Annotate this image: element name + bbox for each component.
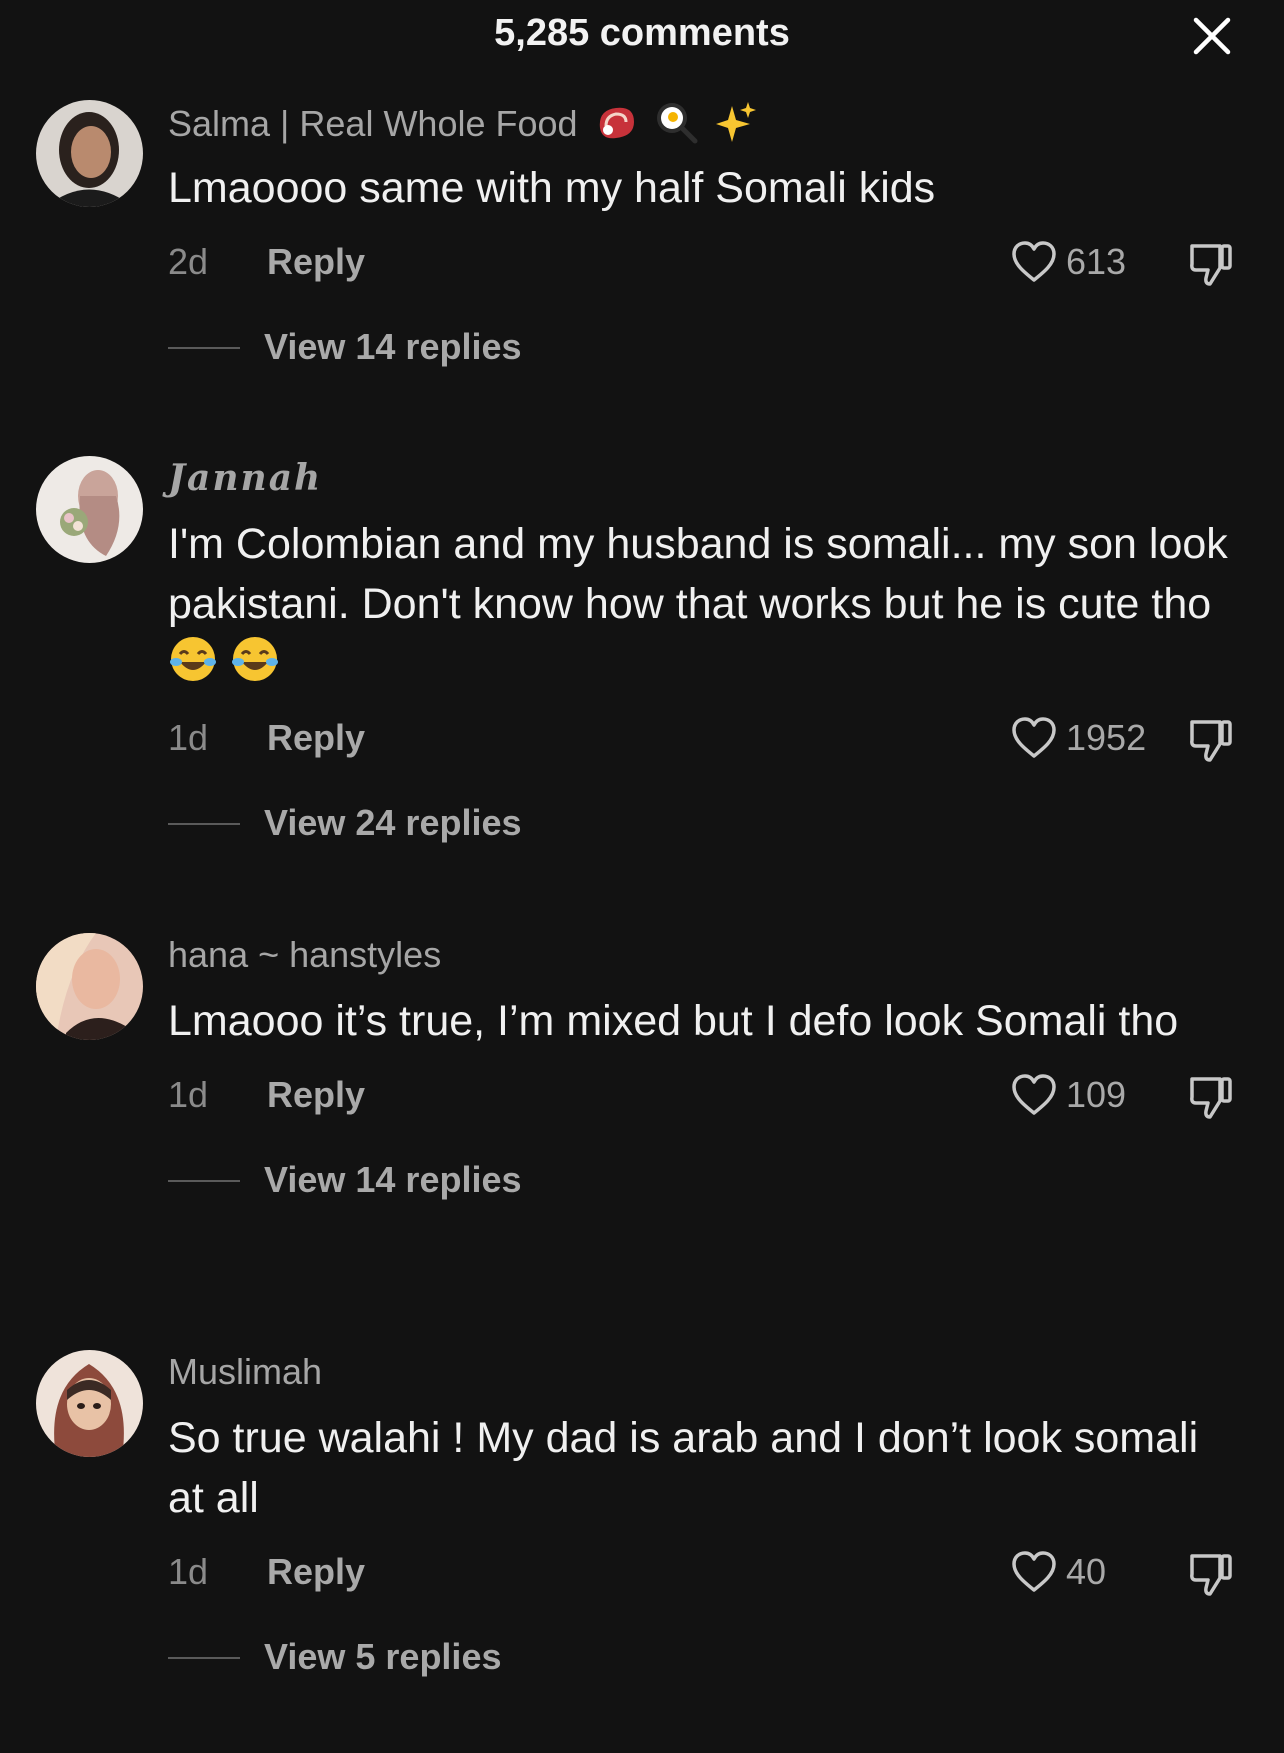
divider [168,1180,240,1182]
comment-text: Lmaooo it’s true, I’m mixed but I defo l… [168,997,1179,1045]
avatar[interactable] [36,456,143,563]
view-replies-button[interactable]: View 14 replies [168,1155,1236,1205]
comment-text: Lmaoooo same with my half Somali kids [168,164,936,212]
dislike-icon[interactable] [1186,714,1236,764]
close-icon[interactable] [1190,14,1234,58]
comment-time: 2d [168,241,209,282]
heart-icon [1012,241,1056,282]
comment-meta: 2d Reply 613 [168,232,1236,292]
reply-button[interactable]: Reply [267,1542,365,1602]
tears-of-joy-emoji [168,634,218,684]
view-replies-button[interactable]: View 14 replies [168,322,1236,372]
divider [168,823,240,825]
reply-button[interactable]: Reply [267,1065,365,1125]
comments-header: 5,285 comments [0,0,1284,72]
avatar[interactable] [36,100,143,207]
like-count: 613 [1066,241,1127,282]
view-replies-button[interactable]: View 5 replies [168,1632,1236,1682]
like-count: 109 [1066,1074,1127,1115]
comment-username[interactable]: hana ~ hanstyles [168,933,1236,977]
dislike-icon[interactable] [1186,1548,1236,1598]
comment-time: 1d [168,717,209,758]
comments-count-title: 5,285 comments [494,12,790,54]
view-replies-button[interactable]: View 24 replies [168,798,1236,848]
heart-icon [1012,1551,1056,1592]
comment-text: I'm Colombian and my husband is somali..… [168,514,1236,694]
view-replies-label: View 14 replies [264,1159,522,1200]
comment-meta: 1d Reply 1952 [168,708,1236,768]
like-count: 1952 [1066,717,1147,758]
comment-time: 1d [168,1551,209,1592]
divider [168,347,240,349]
dislike-icon[interactable] [1186,1071,1236,1121]
like-count: 40 [1066,1551,1107,1592]
view-replies-label: View 24 replies [264,802,522,843]
tears-of-joy-emoji [230,634,280,684]
view-replies-label: View 5 replies [264,1636,502,1677]
comment-text: So true walahi ! My dad is arab and I do… [168,1414,1199,1522]
avatar[interactable] [36,933,143,1040]
heart-icon [1012,717,1056,758]
dislike-icon[interactable] [1186,238,1236,288]
sparkles-emoji [714,100,758,144]
comment-meta: 1d Reply 40 [168,1542,1236,1602]
frying-pan-egg-emoji [654,100,698,144]
comment-meta: 1d Reply 109 [168,1065,1236,1125]
comment-username[interactable]: Muslimah [168,1350,1236,1394]
reply-button[interactable]: Reply [267,232,365,292]
comment-username[interactable]: Jannah [168,456,1236,500]
comment-time: 1d [168,1074,209,1115]
meat-emoji [594,100,638,144]
avatar[interactable] [36,1350,143,1457]
heart-icon [1012,1074,1056,1115]
reply-button[interactable]: Reply [267,708,365,768]
divider [168,1657,240,1659]
view-replies-label: View 14 replies [264,326,522,367]
comment-username[interactable]: Salma | Real Whole Food [168,100,1236,144]
